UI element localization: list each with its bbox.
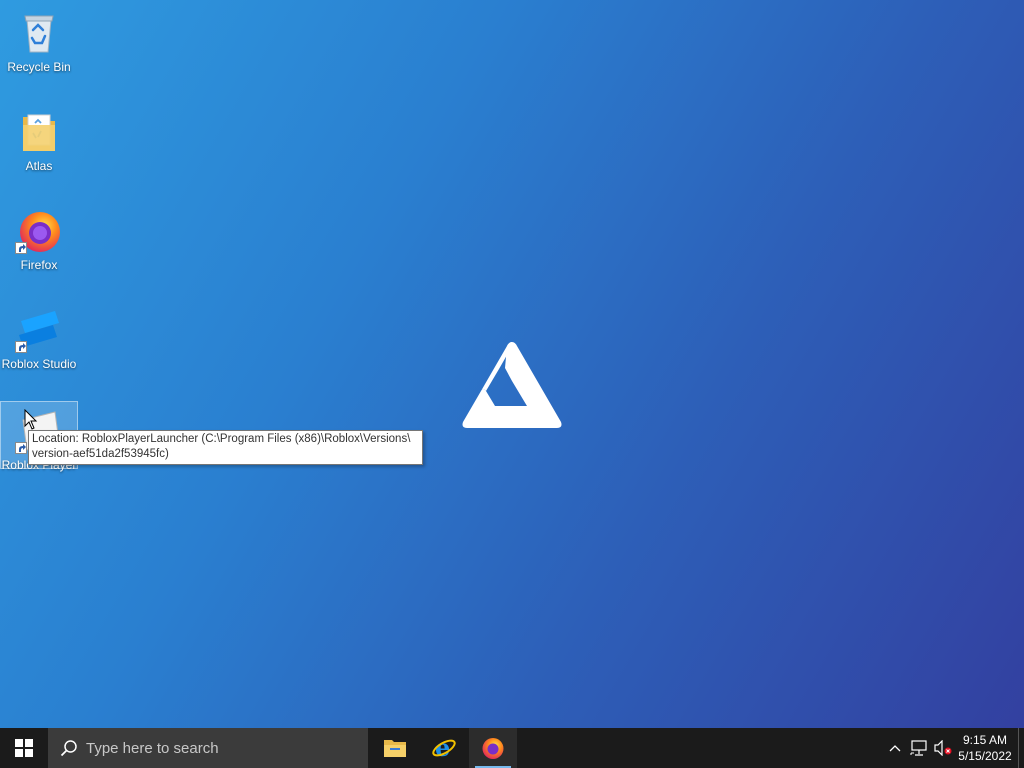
- taskbar-app-file-explorer[interactable]: [371, 728, 419, 768]
- start-button[interactable]: [0, 728, 48, 768]
- shortcut-arrow-icon: [15, 442, 27, 454]
- search-icon: [60, 739, 78, 757]
- desktop-icon-label: Roblox Studio: [1, 357, 77, 371]
- shortcut-arrow-icon: [15, 242, 27, 254]
- desktop-icon-recycle-bin[interactable]: Recycle Bin: [1, 4, 77, 74]
- firefox-icon: [15, 206, 63, 254]
- volume-muted-icon: [934, 740, 952, 756]
- desktop-icon-label: Atlas: [25, 159, 53, 173]
- network-icon: [910, 740, 927, 756]
- svg-text:e: e: [435, 735, 450, 761]
- taskbar: Type here to search e 9:15 AM 5/15/2022: [0, 728, 1024, 768]
- taskbar-app-firefox[interactable]: [469, 728, 517, 768]
- roblox-studio-icon: [15, 305, 63, 353]
- taskbar-app-internet-explorer[interactable]: e: [420, 728, 468, 768]
- clock-time: 9:15 AM: [962, 733, 1008, 747]
- firefox-icon: [482, 738, 504, 759]
- tooltip-line: Location: RobloxPlayerLauncher (C:\Progr…: [32, 433, 411, 445]
- shortcut-arrow-icon: [15, 341, 27, 353]
- folder-icon: [384, 740, 406, 757]
- location-tooltip: Location: RobloxPlayerLauncher (C:\Progr…: [28, 430, 423, 465]
- windows-logo-icon: [15, 739, 33, 757]
- tooltip-line: version-aef51da2f53945fc): [32, 448, 169, 460]
- desktop-icon-atlas[interactable]: Atlas: [1, 103, 77, 173]
- desktop-icon-roblox-studio[interactable]: Roblox Studio: [1, 301, 77, 371]
- show-desktop-button[interactable]: [1018, 728, 1024, 768]
- internet-explorer-icon: e: [432, 735, 456, 761]
- mouse-cursor-icon: [24, 409, 38, 430]
- taskbar-clock[interactable]: 9:15 AM 5/15/2022: [952, 728, 1018, 768]
- search-placeholder: Type here to search: [86, 739, 219, 757]
- desktop-icon-firefox[interactable]: Firefox: [1, 202, 77, 272]
- clock-date: 5/15/2022: [958, 749, 1012, 763]
- folder-icon: [15, 107, 63, 155]
- network-button[interactable]: [907, 728, 931, 768]
- desktop-icon-label: Recycle Bin: [7, 60, 71, 74]
- chevron-up-icon: [889, 745, 901, 752]
- atlas-logo-icon: [462, 342, 562, 428]
- desktop-icon-label: Firefox: [20, 258, 58, 272]
- recycle-bin-icon: [15, 8, 63, 56]
- taskbar-search-box[interactable]: Type here to search: [48, 728, 368, 768]
- show-hidden-icons-button[interactable]: [883, 728, 907, 768]
- desktop: Recycle Bin Atlas Firefox Roblox Studio …: [0, 0, 1024, 728]
